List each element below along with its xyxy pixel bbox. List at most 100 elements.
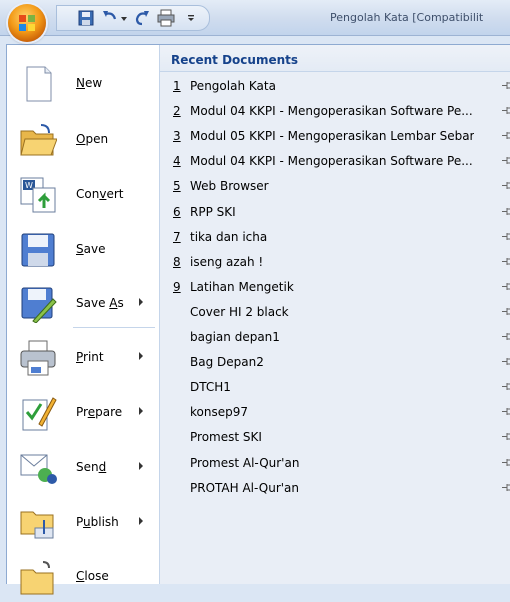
save-as-command[interactable]: Save As: [7, 279, 159, 329]
separator: [73, 327, 155, 328]
recent-document-item[interactable]: 7 tika dan icha: [160, 225, 510, 250]
customize-dropdown-icon[interactable]: [185, 9, 197, 27]
recent-document-item[interactable]: Promest Al-Qur'an: [160, 451, 510, 476]
convert-label: Convert: [76, 187, 124, 201]
send-label: Send: [76, 460, 107, 474]
pin-icon[interactable]: [502, 357, 510, 366]
prepare-command[interactable]: Prepare: [7, 388, 159, 438]
pin-icon[interactable]: [502, 207, 510, 216]
recent-document-item[interactable]: Promest SKI: [160, 425, 510, 450]
command-list: New Open W Convert Save Save As Print Pr…: [7, 45, 160, 595]
recent-documents-header: Recent Documents: [160, 45, 510, 72]
recent-document-number: 3: [173, 129, 181, 144]
recent-document-name: Bag Depan2: [190, 355, 264, 370]
open-command[interactable]: Open: [7, 115, 159, 165]
redo-icon[interactable]: [133, 9, 151, 27]
recent-document-item[interactable]: 9 Latihan Mengetik: [160, 275, 510, 300]
pin-icon[interactable]: [502, 432, 510, 441]
pin-icon[interactable]: [502, 382, 510, 391]
office-button[interactable]: [8, 4, 46, 42]
recent-document-number: 2: [173, 104, 181, 119]
recent-document-name: konsep97: [190, 405, 248, 420]
recent-document-item[interactable]: PROTAH Al-Qur'an: [160, 476, 510, 501]
pin-icon[interactable]: [502, 232, 510, 241]
title-bar: Pengolah Kata [Compatibilit: [0, 0, 510, 42]
recent-document-number: 6: [173, 204, 181, 219]
svg-text:W: W: [25, 181, 33, 190]
recent-document-item[interactable]: 1 Pengolah Kata: [160, 74, 510, 99]
pin-icon[interactable]: [502, 106, 510, 115]
recent-document-item[interactable]: Cover HI 2 black: [160, 300, 510, 325]
recent-document-item[interactable]: konsep97: [160, 400, 510, 425]
undo-icon[interactable]: [101, 9, 119, 27]
print-command[interactable]: Print: [7, 333, 159, 383]
printer-icon: [20, 340, 56, 376]
recent-document-name: iseng azah !: [190, 254, 264, 269]
pin-icon[interactable]: [502, 81, 510, 90]
pin-icon[interactable]: [502, 282, 510, 291]
pin-icon[interactable]: [502, 458, 510, 467]
recent-document-item[interactable]: 6 RPP SKI: [160, 200, 510, 225]
recent-documents-title: Recent Documents: [171, 53, 299, 67]
recent-document-number: 9: [173, 279, 181, 294]
convert-command[interactable]: W Convert: [7, 170, 159, 220]
publish-icon: [20, 511, 54, 539]
pin-icon[interactable]: [502, 156, 510, 165]
pin-icon[interactable]: [502, 131, 510, 140]
print-label: Print: [76, 350, 104, 364]
save-as-icon: [21, 287, 57, 323]
recent-document-number: 7: [173, 229, 181, 244]
recent-document-item[interactable]: DTCH1: [160, 375, 510, 400]
recent-document-number: 1: [173, 79, 181, 93]
new-document-icon: [26, 66, 52, 102]
close-folder-icon: [20, 561, 54, 595]
prepare-icon: [22, 397, 57, 431]
convert-icon: W: [20, 177, 56, 213]
recent-document-number: 4: [173, 154, 181, 169]
recent-document-name: RPP SKI: [190, 204, 236, 219]
window-title: Pengolah Kata [Compatibilit: [330, 11, 484, 24]
publish-label: Publish: [76, 515, 119, 529]
open-label: Open: [76, 132, 109, 146]
pin-icon[interactable]: [502, 257, 510, 266]
recent-document-item[interactable]: bagian depan1: [160, 325, 510, 350]
submenu-arrow-icon: [139, 462, 143, 470]
save-label: Save: [76, 242, 106, 256]
recent-document-item[interactable]: 3 Modul 05 KKPI - Mengoperasikan Lembar S…: [160, 124, 510, 149]
send-command[interactable]: Send: [7, 443, 159, 493]
undo-dropdown-icon[interactable]: [119, 9, 129, 27]
office-menu: New Open W Convert Save Save As Print Pr…: [6, 44, 510, 595]
submenu-arrow-icon: [139, 298, 143, 306]
recent-document-name: Promest SKI: [190, 430, 262, 445]
quick-access-toolbar: [56, 5, 210, 31]
publish-command[interactable]: Publish: [7, 498, 159, 548]
submenu-arrow-icon: [139, 407, 143, 415]
pin-icon[interactable]: [502, 181, 510, 190]
recent-document-name: PROTAH Al-Qur'an: [190, 480, 300, 495]
recent-document-name: Modul 04 KKPI - Mengoperasikan Software …: [190, 154, 473, 169]
recent-document-item[interactable]: 2 Modul 04 KKPI - Mengoperasikan Software…: [160, 99, 510, 124]
recent-document-name: DTCH1: [190, 380, 231, 395]
save-icon[interactable]: [77, 9, 95, 27]
recent-document-item[interactable]: 5 Web Browser: [160, 174, 510, 199]
open-folder-icon: [20, 124, 57, 156]
pin-icon[interactable]: [502, 407, 510, 416]
pin-icon[interactable]: [502, 483, 510, 492]
submenu-arrow-icon: [139, 517, 143, 525]
recent-document-item[interactable]: 4 Modul 04 KKPI - Mengoperasikan Software…: [160, 149, 510, 174]
recent-document-item[interactable]: 8 iseng azah !: [160, 250, 510, 275]
pin-icon[interactable]: [502, 307, 510, 316]
recent-document-item[interactable]: Bag Depan2: [160, 350, 510, 375]
recent-document-name: Web Browser: [190, 179, 269, 194]
recent-document-name: bagian depan1: [190, 330, 280, 344]
save-icon: [21, 233, 55, 267]
save-command[interactable]: Save: [7, 225, 159, 275]
print-preview-icon[interactable]: [157, 9, 175, 27]
recent-document-name: Modul 04 KKPI - Mengoperasikan Software …: [190, 104, 473, 119]
new-label: New: [76, 76, 103, 90]
pin-icon[interactable]: [502, 332, 510, 341]
close-command[interactable]: Close: [7, 552, 159, 602]
recent-document-name: Modul 05 KKPI - Mengoperasikan Lembar Se…: [190, 129, 475, 144]
new-command[interactable]: New: [7, 59, 159, 109]
send-icon: [20, 454, 57, 484]
